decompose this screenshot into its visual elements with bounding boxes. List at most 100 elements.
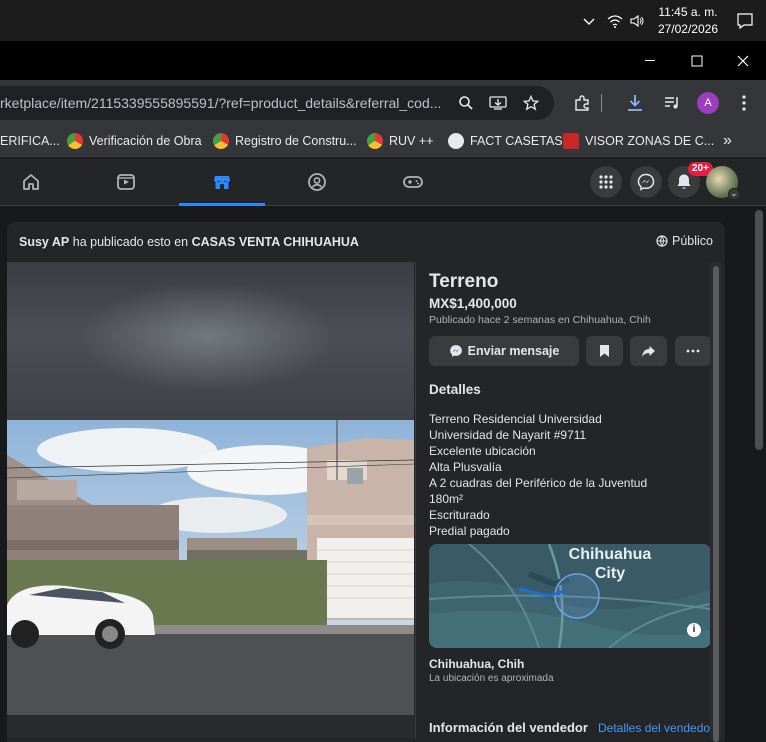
- post-action-text: ha publicado esto en: [69, 235, 192, 249]
- profile-avatar[interactable]: A: [697, 92, 719, 114]
- location-note: La ubicación es aproximada: [429, 673, 554, 684]
- map-city-label: Chihuahua City: [568, 546, 652, 582]
- description-line: Universidad de Nayarit #9711: [429, 428, 587, 442]
- zoom-icon[interactable]: [456, 93, 476, 113]
- details-scrollbar[interactable]: [710, 262, 722, 742]
- bookmark-item[interactable]: RUV ++: [367, 132, 433, 150]
- post-group[interactable]: CASAS VENTA CHIHUAHUA: [192, 235, 359, 249]
- clock-date: 27/02/2026: [657, 21, 718, 36]
- system-taskbar: 11:45 a. m. 27/02/2026: [0, 0, 766, 41]
- ruv-icon: [67, 133, 83, 149]
- post-header: Susy AP ha publicado esto en CASAS VENTA…: [19, 235, 359, 249]
- install-app-icon[interactable]: [488, 93, 508, 113]
- description-line: Terreno Residencial Universidad: [429, 412, 602, 426]
- bookmark-label: ERIFICA...: [0, 134, 60, 148]
- privacy-label: Público: [672, 234, 713, 248]
- details-heading: Detalles: [429, 382, 481, 397]
- post-author[interactable]: Susy AP: [19, 235, 69, 249]
- tab-home[interactable]: [0, 158, 74, 206]
- tab-watch[interactable]: [83, 158, 169, 206]
- bookmark-item[interactable]: Verificación de Obra: [67, 132, 202, 150]
- menu-button[interactable]: [590, 166, 622, 198]
- tab-groups[interactable]: [274, 158, 360, 206]
- url-text[interactable]: rketplace/item/2115339555895591/?ref=pro…: [0, 95, 440, 111]
- ruv-icon: [213, 133, 229, 149]
- bookmark-star-icon[interactable]: [521, 93, 541, 113]
- window-titlebar: [0, 41, 766, 80]
- chevron-up-icon[interactable]: [578, 10, 600, 32]
- tab-marketplace[interactable]: [179, 158, 265, 206]
- seller-details-link[interactable]: Detalles del vendedor: [598, 721, 710, 735]
- send-message-button[interactable]: Enviar mensaje: [429, 336, 579, 366]
- facebook-navbar: 20+ ⌄: [0, 158, 766, 206]
- listing-published: Publicado hace 2 semanas en Chihuahua, C…: [429, 314, 651, 326]
- profile-initial: A: [697, 92, 719, 114]
- wifi-icon[interactable]: [604, 10, 626, 32]
- bookmark-item[interactable]: ERIFICA...: [0, 132, 60, 150]
- listing-details-panel: Terreno MX$1,400,000 Publicado hace 2 se…: [415, 262, 710, 738]
- page-scrollbar[interactable]: [752, 206, 766, 738]
- minimize-button[interactable]: [628, 41, 674, 80]
- description-line: 180m²: [429, 492, 464, 506]
- globe-icon: [448, 133, 464, 149]
- download-icon[interactable]: [624, 92, 646, 114]
- share-button[interactable]: [630, 336, 667, 366]
- bookmark-label: FACT CASETAS: [470, 134, 563, 148]
- watch-icon: [117, 174, 135, 190]
- speaker-icon[interactable]: [626, 10, 648, 32]
- listing-price: MX$1,400,000: [429, 296, 517, 311]
- bookmark-label: Registro de Constru...: [235, 134, 357, 148]
- messenger-icon: [637, 173, 655, 191]
- bookmark-item[interactable]: FACT CASETAS: [448, 132, 563, 150]
- chevron-down-icon[interactable]: ⌄: [728, 188, 740, 200]
- listing-photo[interactable]: [7, 262, 414, 738]
- listing-description: Terreno Residencial Universidad Universi…: [429, 411, 647, 539]
- system-tray: 11:45 a. m. 27/02/2026: [578, 0, 766, 41]
- gaming-icon: [403, 176, 423, 188]
- save-button[interactable]: [586, 336, 623, 366]
- messenger-icon: [449, 345, 462, 357]
- visor-icon: [563, 133, 579, 149]
- bell-icon: [677, 174, 691, 189]
- home-icon: [23, 174, 39, 190]
- description-line: A 2 cuadras del Periférico de la Juventu…: [429, 476, 648, 490]
- description-line: Excelente ubicación: [429, 444, 536, 458]
- privacy-indicator[interactable]: Público: [656, 234, 713, 248]
- info-icon[interactable]: i: [687, 623, 701, 637]
- system-clock[interactable]: 11:45 a. m. 27/02/2026: [658, 4, 718, 38]
- messenger-button[interactable]: [630, 166, 662, 198]
- share-arrow-icon: [642, 345, 655, 357]
- bookmarks-bar: ERIFICA... Verificación de Obra Registro…: [0, 125, 766, 157]
- ruv-icon: [367, 133, 383, 149]
- photo-blurred-background: [7, 262, 414, 420]
- photo-street-scene: [7, 420, 414, 715]
- photo-blurred-footer: [7, 715, 414, 738]
- notifications-icon[interactable]: [734, 10, 756, 32]
- listing-title: Terreno: [429, 271, 499, 292]
- bookmark-item[interactable]: VISOR ZONAS DE C...: [563, 132, 714, 150]
- page-scrollbar-thumb[interactable]: [755, 210, 763, 450]
- bookmark-label: RUV ++: [389, 134, 434, 148]
- more-bookmarks-button[interactable]: »: [723, 132, 732, 150]
- globe-icon: [656, 235, 668, 247]
- grid-menu-icon: [599, 175, 613, 189]
- location-map[interactable]: Chihuahua City i: [429, 544, 710, 648]
- details-scrollbar-thumb[interactable]: [713, 266, 719, 742]
- close-button[interactable]: [720, 41, 766, 80]
- seller-info-heading: Información del vendedor: [429, 720, 588, 735]
- active-tab-indicator: [179, 203, 265, 206]
- description-line: Predial pagado: [429, 524, 510, 538]
- more-horizontal-icon: [686, 349, 700, 353]
- groups-icon: [308, 173, 326, 191]
- more-options-button[interactable]: [675, 336, 710, 366]
- extensions-icon[interactable]: [571, 92, 593, 114]
- tab-gaming[interactable]: [370, 158, 456, 206]
- media-control-icon[interactable]: [661, 92, 683, 114]
- browser-menu-icon[interactable]: [733, 92, 755, 114]
- send-message-label: Enviar mensaje: [467, 344, 560, 358]
- toolbar-divider: [600, 92, 602, 114]
- maximize-button[interactable]: [674, 41, 720, 80]
- bookmark-item[interactable]: Registro de Constru...: [213, 132, 357, 150]
- address-bar[interactable]: rketplace/item/2115339555895591/?ref=pro…: [0, 86, 554, 120]
- bookmark-icon: [600, 345, 609, 357]
